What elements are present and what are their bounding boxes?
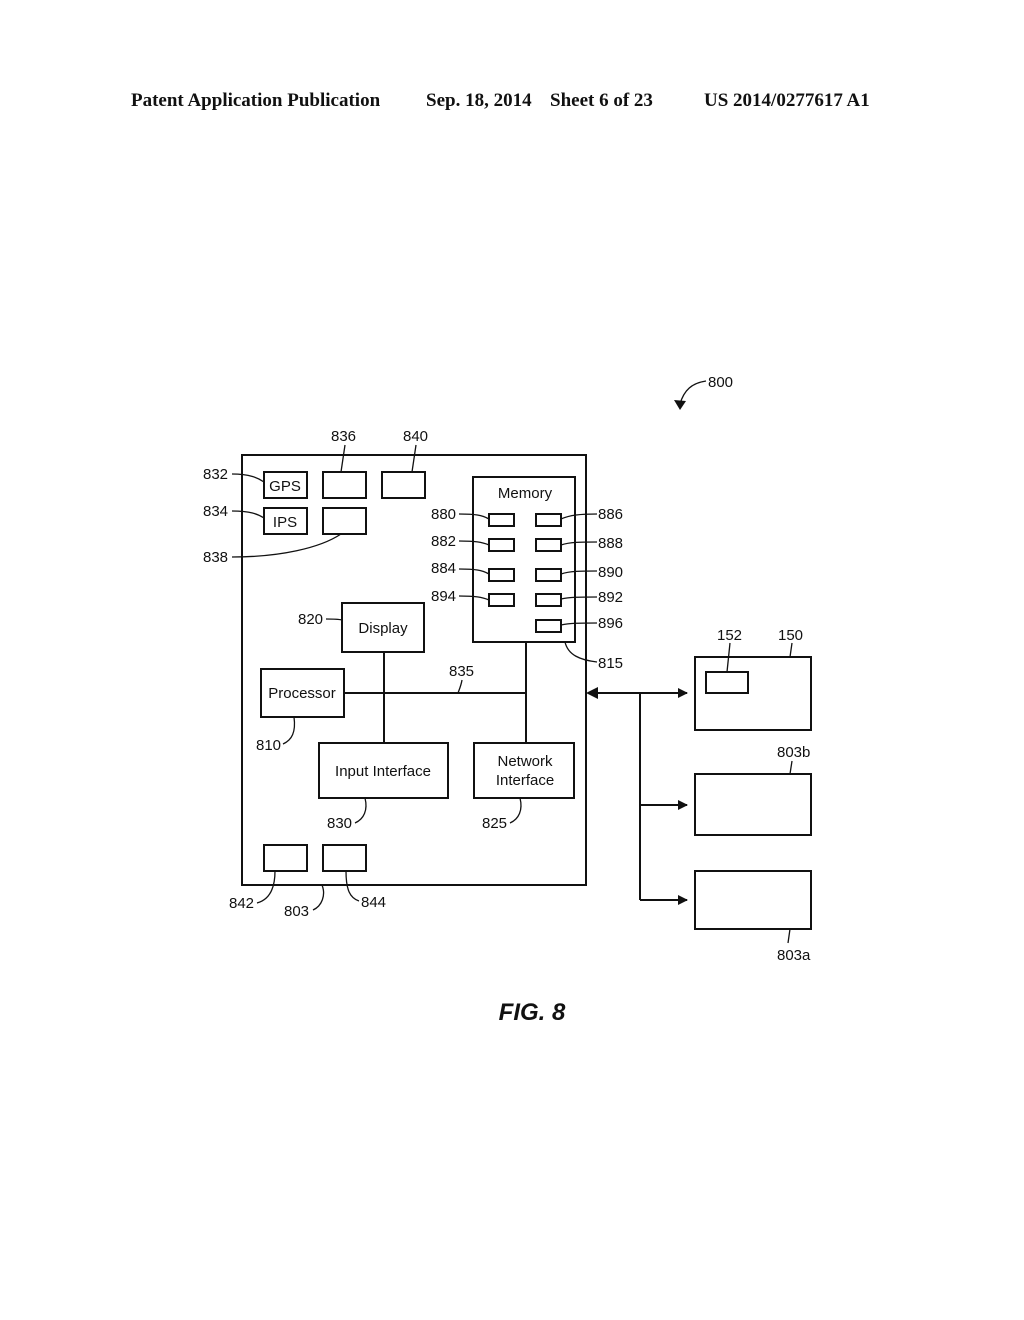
ref-842: 842 [229, 895, 254, 912]
ref-834: 834 [203, 503, 228, 520]
ref-800-leader [679, 380, 707, 405]
memory-label: Memory [498, 485, 553, 502]
ref-892: 892 [598, 589, 623, 606]
ref-803b: 803b [777, 744, 810, 761]
memory-slot-880 [488, 513, 515, 527]
ref-820: 820 [298, 611, 323, 628]
memory-slot-886 [535, 513, 562, 527]
ref-810: 810 [256, 737, 281, 754]
device-803a-box [694, 870, 812, 930]
memory-slot-892 [535, 593, 562, 607]
ref-835: 835 [449, 663, 474, 680]
figure-8-diagram: 800 GPS 832 IPS 834 836 840 838 Memory 8… [203, 374, 812, 1026]
ref-803-leader [312, 884, 325, 911]
port-842-box [263, 844, 308, 872]
memory-slot-890 [535, 568, 562, 582]
memory-slot-896 [535, 619, 562, 633]
ref-832: 832 [203, 466, 228, 483]
component-152-box [705, 671, 749, 694]
ref-800-arrowhead [674, 400, 686, 410]
ref-150: 150 [778, 627, 803, 644]
port-844-box [322, 844, 367, 872]
network-interface-label-2: Interface [496, 772, 554, 789]
arrowhead-device-803 [586, 687, 598, 699]
ref-880: 880 [431, 506, 456, 523]
input-interface-label: Input Interface [335, 763, 431, 780]
ref-896: 896 [598, 615, 623, 632]
ips-label: IPS [273, 514, 297, 531]
ref-888: 888 [598, 535, 623, 552]
ref-803a: 803a [777, 947, 811, 964]
figure-caption: FIG. 8 [499, 999, 566, 1026]
memory-slot-882 [488, 538, 515, 552]
ref-825: 825 [482, 815, 507, 832]
ref-840: 840 [403, 428, 428, 445]
device-803b-box [694, 773, 812, 836]
display-label: Display [358, 620, 408, 637]
ref-152: 152 [717, 627, 742, 644]
ref-836: 836 [331, 428, 356, 445]
memory-slot-884 [488, 568, 515, 582]
ref-815: 815 [598, 655, 623, 672]
sensor-836-box [322, 471, 367, 499]
processor-label: Processor [268, 685, 336, 702]
network-interface-label-1: Network [497, 753, 553, 770]
ref-150-leader [789, 642, 793, 658]
memory-slot-888 [535, 538, 562, 552]
ref-800: 800 [708, 374, 733, 391]
ref-844: 844 [361, 894, 386, 911]
ref-894: 894 [431, 588, 456, 605]
network-interface-box [473, 742, 575, 799]
ref-803: 803 [284, 903, 309, 920]
memory-slot-894 [488, 593, 515, 607]
ref-882: 882 [431, 533, 456, 550]
ref-803a-leader [787, 928, 791, 944]
ref-890: 890 [598, 564, 623, 581]
sensor-838-box [322, 507, 367, 535]
ref-803b-leader [789, 760, 793, 775]
ref-886: 886 [598, 506, 623, 523]
sensor-840-box [381, 471, 426, 499]
ref-838: 838 [203, 549, 228, 566]
gps-label: GPS [269, 478, 301, 495]
ref-830: 830 [327, 815, 352, 832]
ref-884: 884 [431, 560, 456, 577]
